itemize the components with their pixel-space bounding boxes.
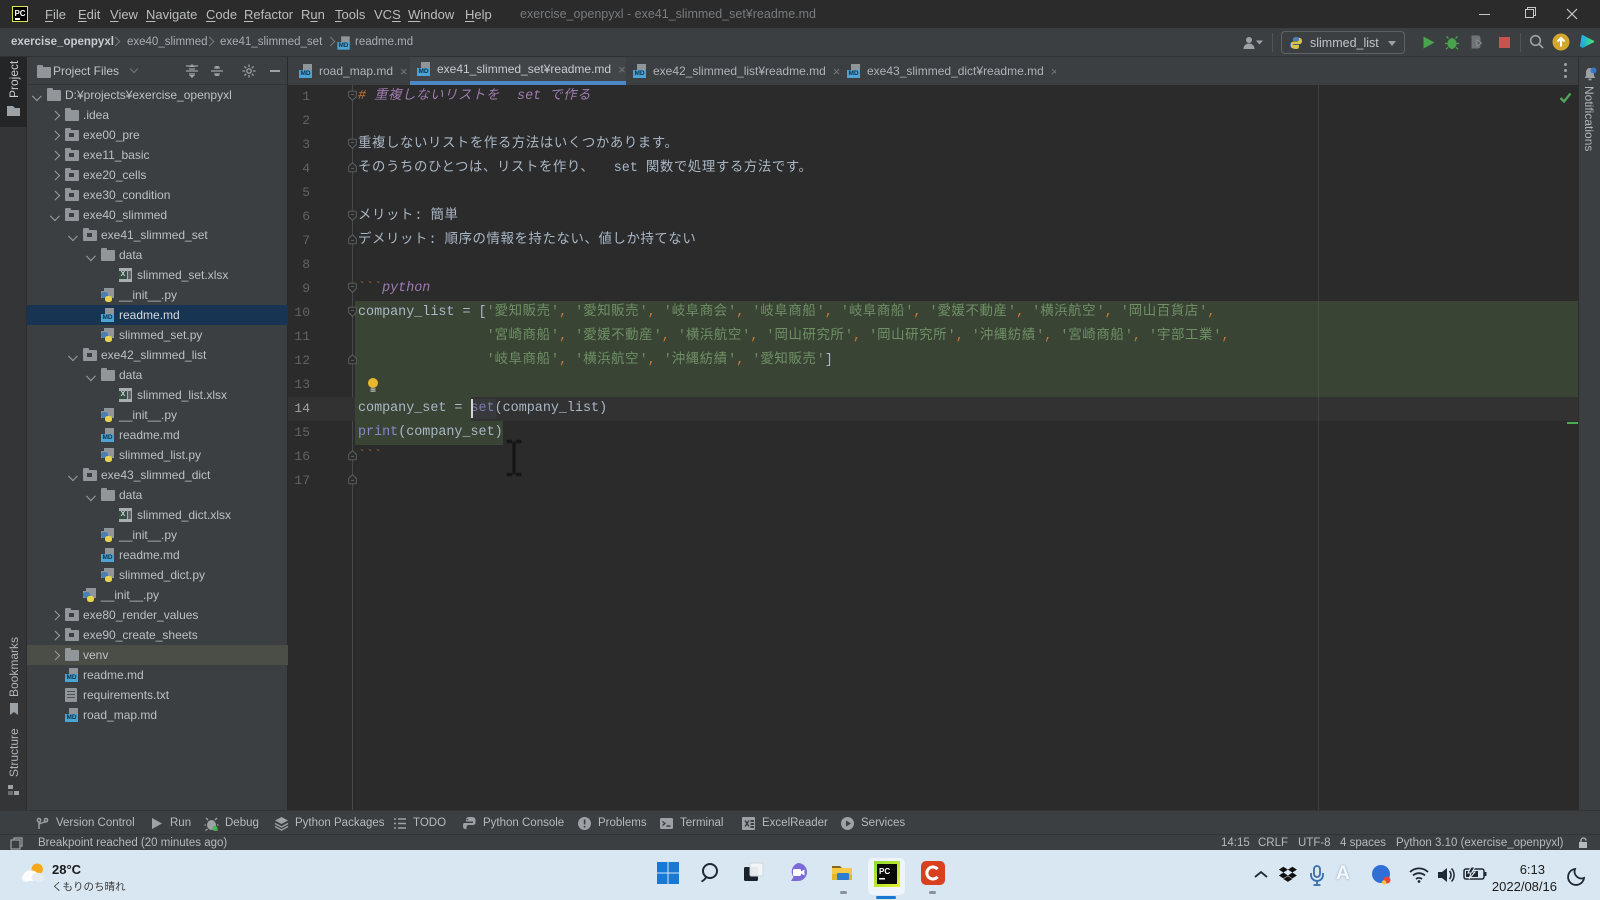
svg-text:PC: PC (879, 867, 890, 876)
